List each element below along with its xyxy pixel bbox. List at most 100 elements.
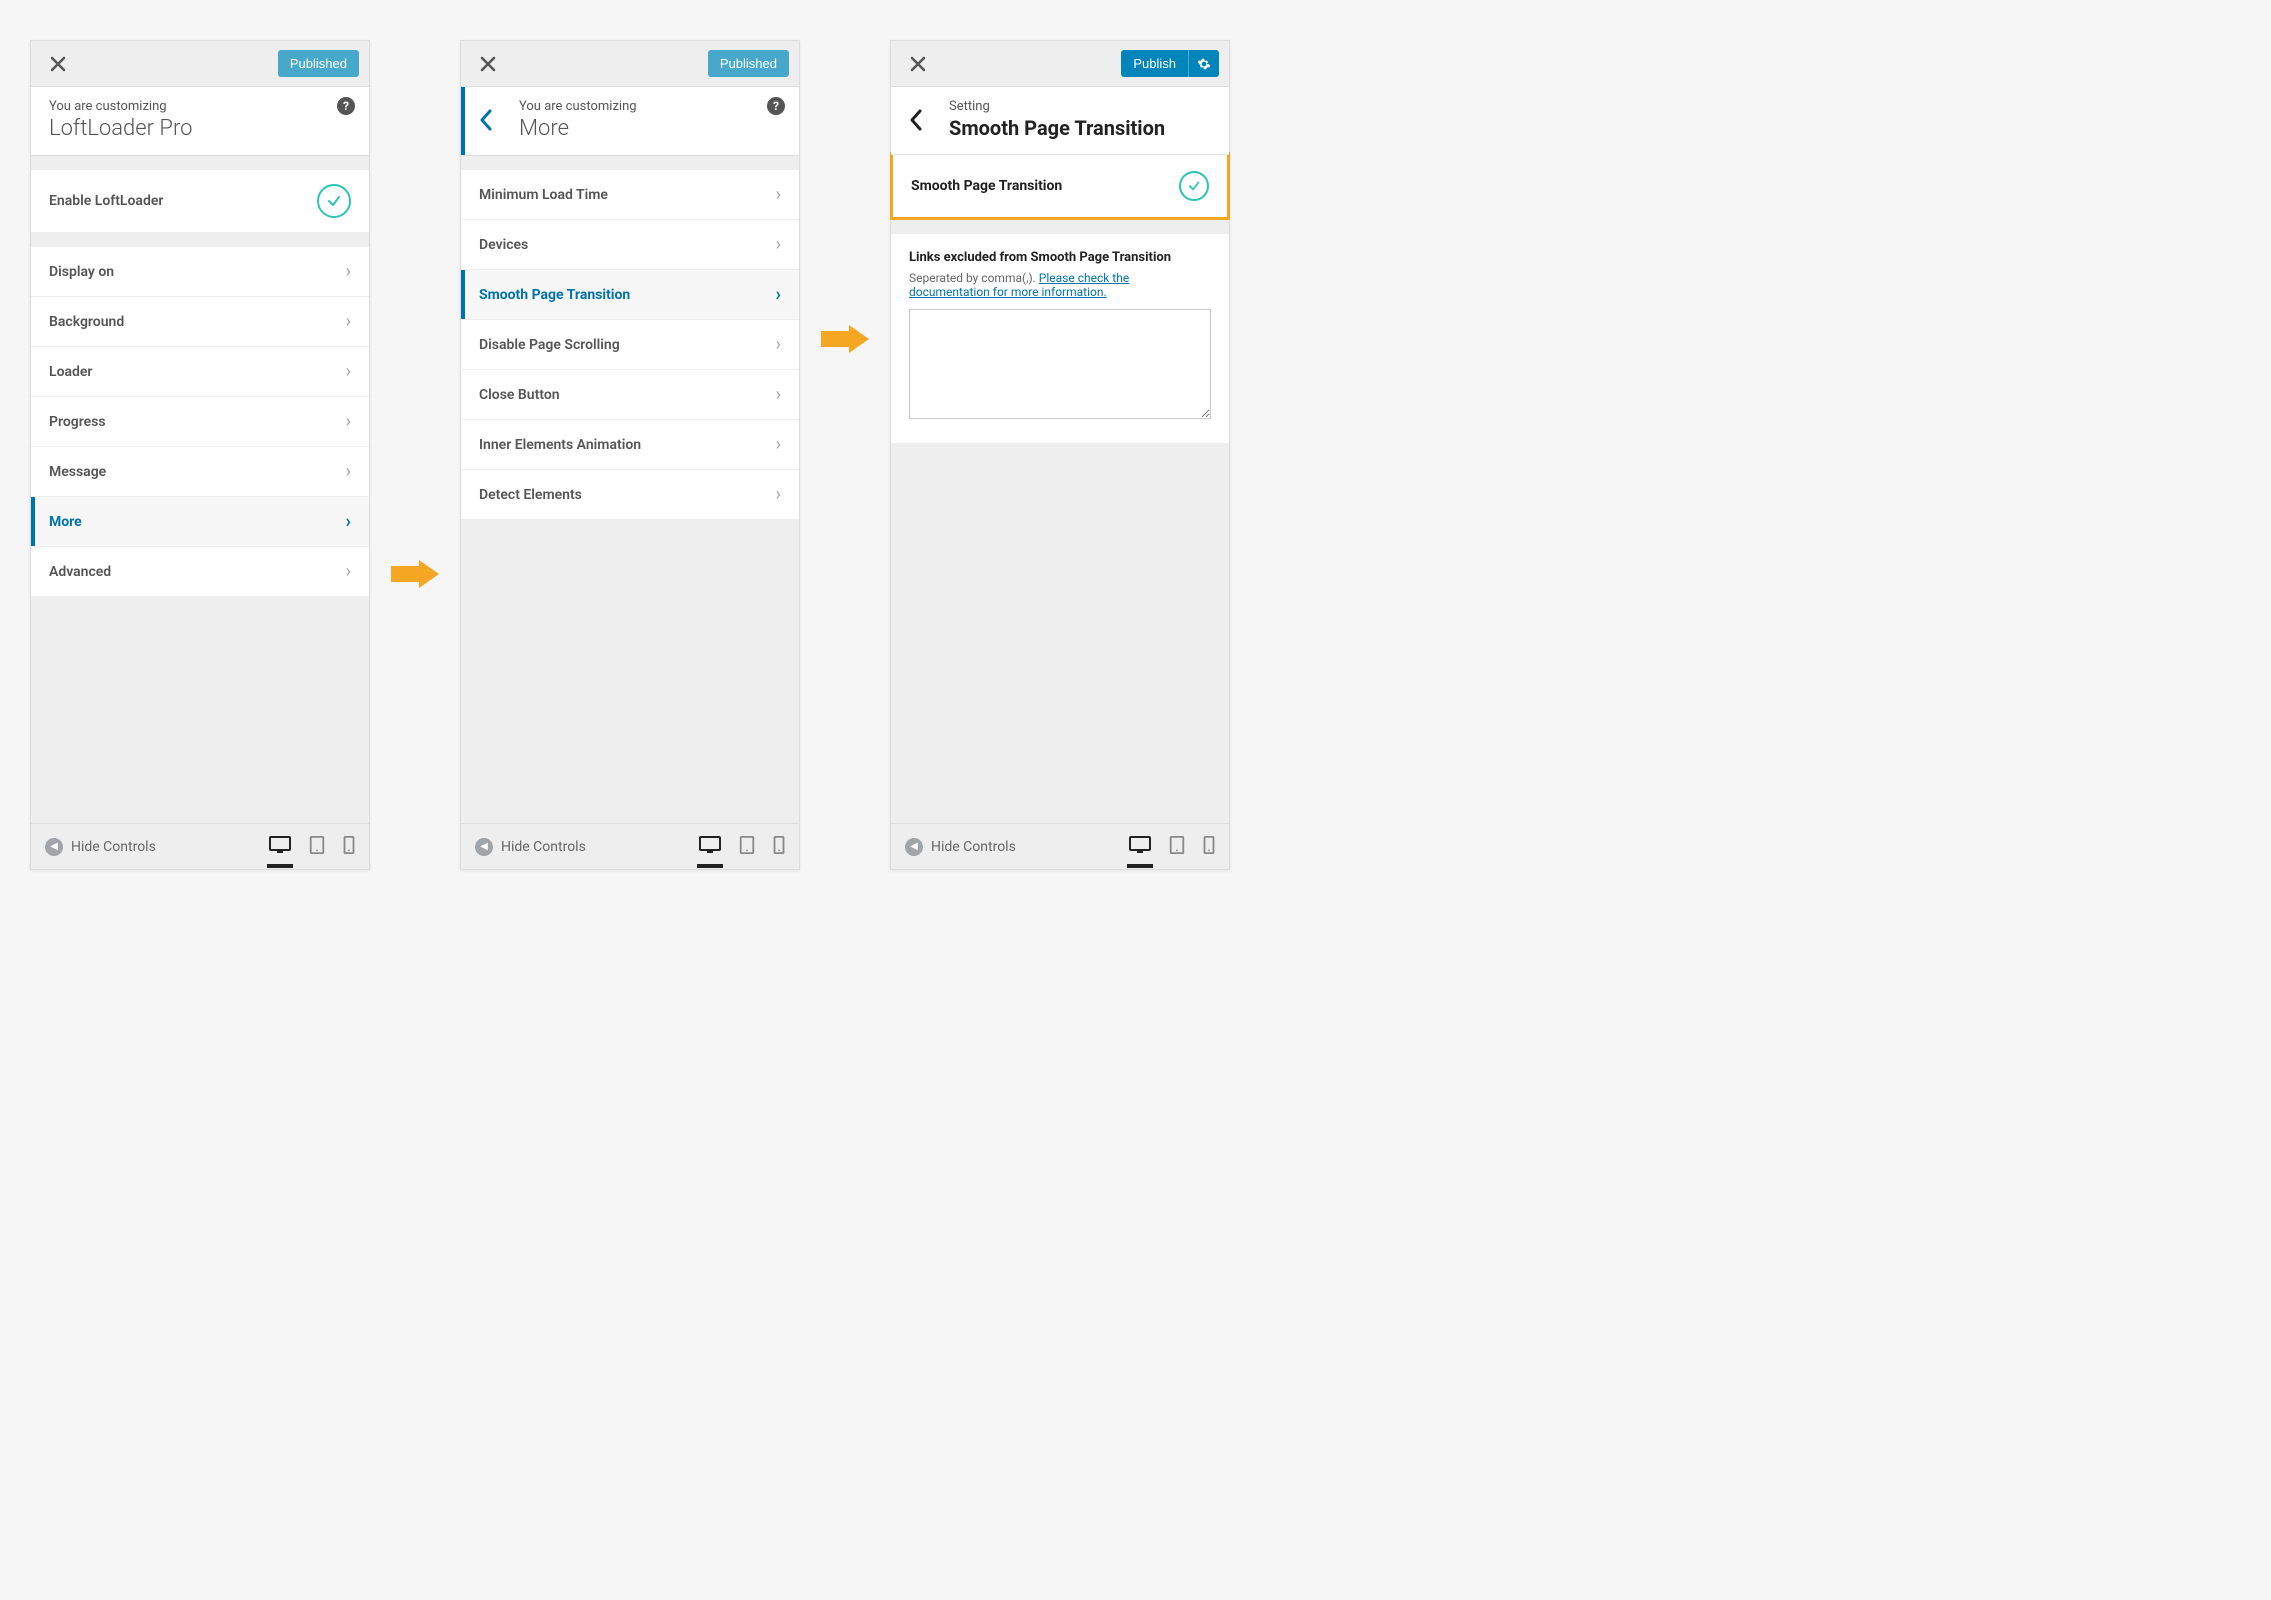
- device-desktop-icon[interactable]: [1129, 836, 1151, 858]
- menu-item-background[interactable]: Background ›: [31, 297, 369, 347]
- help-icon[interactable]: ?: [767, 97, 785, 115]
- topbar: Published: [461, 41, 799, 87]
- customizer-panel-root: Published You are customizing LoftLoader…: [30, 40, 370, 870]
- spacer: [891, 443, 1229, 823]
- svg-text:?: ?: [773, 99, 779, 113]
- hide-controls-label: Hide Controls: [501, 839, 586, 855]
- chevron-right-icon: ›: [346, 411, 351, 432]
- footer: ◀ Hide Controls: [31, 823, 369, 869]
- check-circle-icon: [317, 184, 351, 218]
- menu-item-label: Background: [49, 314, 124, 330]
- device-desktop-icon[interactable]: [269, 836, 291, 858]
- published-button[interactable]: Published: [708, 50, 789, 77]
- chevron-right-icon: ›: [346, 261, 351, 282]
- spacer: [31, 597, 369, 823]
- back-button[interactable]: [479, 109, 519, 131]
- menu-item-min-load-time[interactable]: Minimum Load Time ›: [461, 170, 799, 220]
- panel-header: You are customizing More ?: [461, 87, 799, 156]
- help-icon[interactable]: ?: [337, 97, 355, 115]
- menu-item-label: Progress: [49, 414, 106, 430]
- chevron-right-icon: ›: [776, 334, 781, 355]
- menu-item-label: Smooth Page Transition: [479, 287, 630, 303]
- menu-item-label: Detect Elements: [479, 487, 582, 503]
- header-title: LoftLoader Pro: [49, 116, 351, 141]
- hide-controls-button[interactable]: ◀ Hide Controls: [475, 838, 586, 856]
- enable-loftloader-toggle[interactable]: Enable LoftLoader: [31, 170, 369, 233]
- excluded-links-section: Links excluded from Smooth Page Transiti…: [891, 234, 1229, 443]
- device-desktop-icon[interactable]: [699, 836, 721, 858]
- collapse-icon: ◀: [45, 838, 63, 856]
- device-tablet-icon[interactable]: [1169, 836, 1185, 858]
- close-icon[interactable]: [41, 47, 75, 81]
- menu-item-label: Loader: [49, 364, 92, 380]
- gear-icon: [1197, 57, 1211, 71]
- device-tablet-icon[interactable]: [309, 836, 325, 858]
- excluded-links-heading: Links excluded from Smooth Page Transiti…: [909, 250, 1211, 265]
- chevron-right-icon: ›: [346, 461, 351, 482]
- excluded-links-desc: Seperated by comma(,). Please check the …: [909, 271, 1211, 299]
- chevron-right-icon: ›: [776, 234, 781, 255]
- footer: ◀ Hide Controls: [461, 823, 799, 869]
- menu-item-progress[interactable]: Progress ›: [31, 397, 369, 447]
- excluded-links-textarea[interactable]: [909, 309, 1211, 419]
- menu-item-label: Inner Elements Animation: [479, 437, 641, 453]
- header-title: Smooth Page Transition: [949, 116, 1211, 140]
- menu-item-devices[interactable]: Devices ›: [461, 220, 799, 270]
- gap: [31, 233, 369, 247]
- device-switcher: [1129, 836, 1215, 858]
- header-eyebrow: You are customizing: [519, 99, 781, 114]
- menu-item-loader[interactable]: Loader ›: [31, 347, 369, 397]
- chevron-right-icon: ›: [346, 311, 351, 332]
- chevron-right-icon: ›: [776, 384, 781, 405]
- panel-header: You are customizing LoftLoader Pro ?: [31, 87, 369, 156]
- header-eyebrow: Setting: [949, 99, 1211, 114]
- chevron-right-icon: ›: [776, 484, 781, 505]
- customizer-panel-more: Published You are customizing More ? Min…: [460, 40, 800, 870]
- desc-text: Seperated by comma(,).: [909, 271, 1039, 285]
- publish-settings-button[interactable]: [1188, 50, 1219, 77]
- arrow-2: [800, 40, 890, 353]
- device-switcher: [269, 836, 355, 858]
- published-button[interactable]: Published: [278, 50, 359, 77]
- panel-header: Setting Smooth Page Transition: [891, 87, 1229, 155]
- menu-item-label: Message: [49, 464, 106, 480]
- back-button[interactable]: [909, 109, 949, 131]
- device-mobile-icon[interactable]: [1203, 836, 1215, 858]
- menu-item-smooth-transition[interactable]: Smooth Page Transition ›: [461, 270, 799, 320]
- smooth-transition-toggle[interactable]: Smooth Page Transition: [890, 152, 1230, 220]
- topbar: Publish: [891, 41, 1229, 87]
- close-icon[interactable]: [901, 47, 935, 81]
- device-tablet-icon[interactable]: [739, 836, 755, 858]
- hide-controls-button[interactable]: ◀ Hide Controls: [905, 838, 1016, 856]
- hide-controls-label: Hide Controls: [931, 839, 1016, 855]
- menu-item-message[interactable]: Message ›: [31, 447, 369, 497]
- chevron-right-icon: ›: [776, 434, 781, 455]
- gap: [461, 156, 799, 170]
- menu-item-label: Disable Page Scrolling: [479, 337, 620, 353]
- menu-item-close-button[interactable]: Close Button ›: [461, 370, 799, 420]
- menu-item-label: More: [49, 514, 82, 530]
- arrow-1: [370, 40, 460, 588]
- collapse-icon: ◀: [905, 838, 923, 856]
- menu-item-more[interactable]: More ›: [31, 497, 369, 547]
- toggle-label: Enable LoftLoader: [49, 193, 163, 209]
- menu-item-display-on[interactable]: Display on ›: [31, 247, 369, 297]
- chevron-right-icon: ›: [776, 284, 781, 305]
- close-icon[interactable]: [471, 47, 505, 81]
- gap: [891, 220, 1229, 234]
- check-circle-icon: [1179, 171, 1209, 201]
- menu-item-disable-scrolling[interactable]: Disable Page Scrolling ›: [461, 320, 799, 370]
- header-eyebrow: You are customizing: [49, 99, 351, 114]
- publish-button[interactable]: Publish: [1121, 50, 1188, 77]
- chevron-right-icon: ›: [776, 184, 781, 205]
- hide-controls-button[interactable]: ◀ Hide Controls: [45, 838, 156, 856]
- header-title: More: [519, 116, 781, 141]
- gap: [31, 156, 369, 170]
- device-mobile-icon[interactable]: [773, 836, 785, 858]
- chevron-right-icon: ›: [346, 561, 351, 582]
- menu-item-inner-elements[interactable]: Inner Elements Animation ›: [461, 420, 799, 470]
- menu-item-advanced[interactable]: Advanced ›: [31, 547, 369, 597]
- toggle-label: Smooth Page Transition: [911, 178, 1062, 194]
- device-mobile-icon[interactable]: [343, 836, 355, 858]
- menu-item-detect-elements[interactable]: Detect Elements ›: [461, 470, 799, 520]
